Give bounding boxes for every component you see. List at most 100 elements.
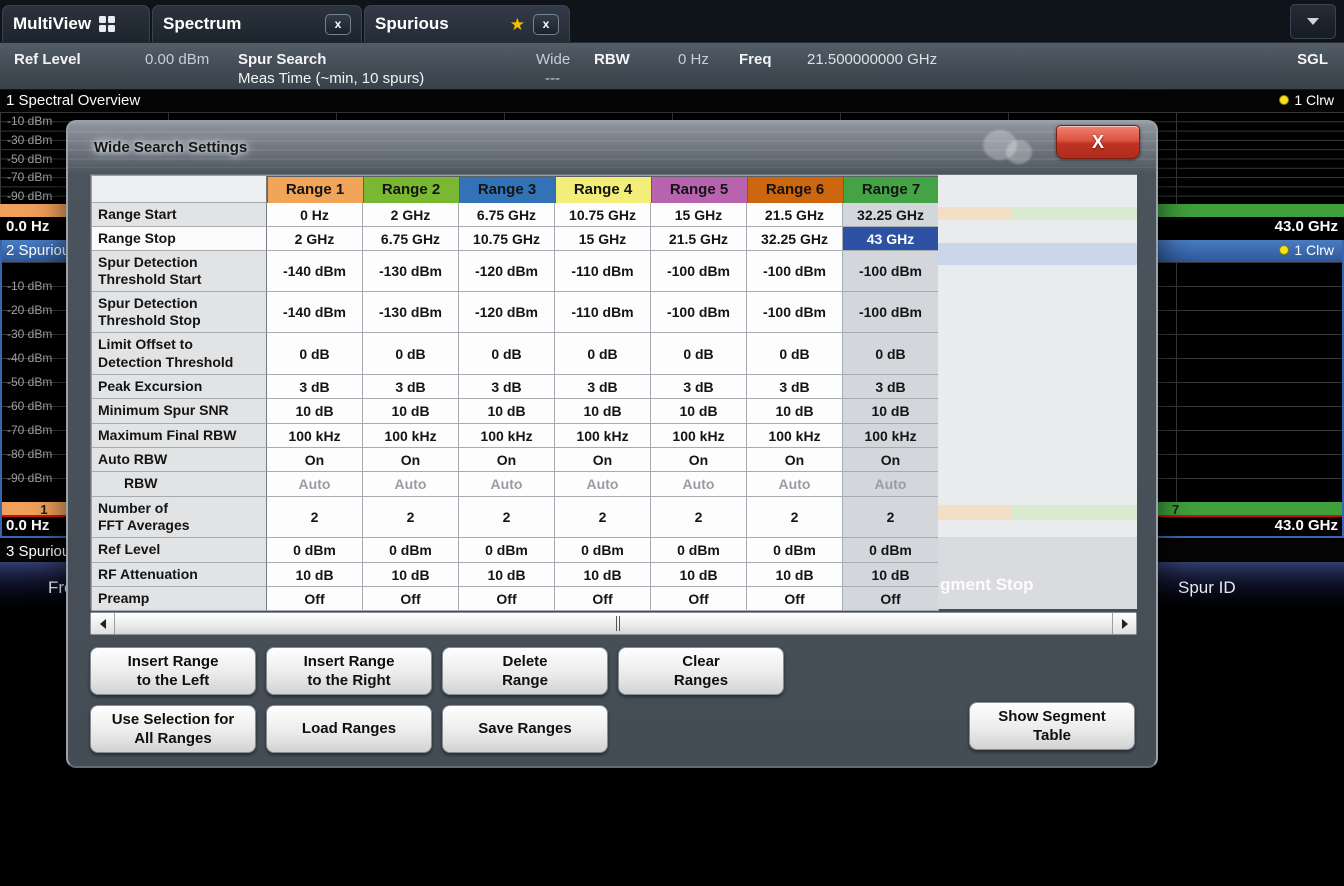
value-cell[interactable]: 0 dBm: [651, 538, 747, 563]
value-cell[interactable]: On: [363, 448, 459, 472]
value-cell[interactable]: 10 dB: [267, 399, 363, 424]
value-cell[interactable]: Auto: [363, 472, 459, 497]
value-cell[interactable]: 10.75 GHz: [555, 203, 651, 227]
freq-value[interactable]: 21.500000000 GHz: [807, 51, 937, 68]
value-cell[interactable]: On: [843, 448, 939, 472]
value-cell[interactable]: 43 GHz: [843, 227, 939, 251]
value-cell[interactable]: 0 dB: [267, 333, 363, 375]
value-cell[interactable]: 0 Hz: [267, 203, 363, 227]
value-cell[interactable]: -120 dBm: [459, 292, 555, 333]
value-cell[interactable]: Off: [363, 587, 459, 611]
value-cell[interactable]: 10 dB: [267, 563, 363, 587]
value-cell[interactable]: 3 dB: [651, 375, 747, 399]
scroll-right-button[interactable]: [1112, 613, 1136, 634]
value-cell[interactable]: -140 dBm: [267, 292, 363, 333]
value-cell[interactable]: 2: [747, 497, 843, 538]
value-cell[interactable]: 15 GHz: [555, 227, 651, 251]
value-cell[interactable]: 15 GHz: [651, 203, 747, 227]
range-column-header[interactable]: Range 3: [459, 176, 556, 204]
value-cell[interactable]: 0 dBm: [843, 538, 939, 563]
tab-close-button[interactable]: x: [533, 14, 559, 35]
value-cell[interactable]: -100 dBm: [651, 292, 747, 333]
value-cell[interactable]: -130 dBm: [363, 251, 459, 292]
ref-level-value[interactable]: 0.00 dBm: [145, 51, 209, 68]
range-column-header[interactable]: Range 2: [363, 176, 460, 204]
value-cell[interactable]: Off: [747, 587, 843, 611]
value-cell[interactable]: 6.75 GHz: [459, 203, 555, 227]
value-cell[interactable]: 0 dBm: [555, 538, 651, 563]
value-cell[interactable]: Auto: [555, 472, 651, 497]
value-cell[interactable]: 0 dBm: [459, 538, 555, 563]
search-mode-value[interactable]: Wide: [536, 51, 570, 68]
value-cell[interactable]: -100 dBm: [843, 251, 939, 292]
value-cell[interactable]: -140 dBm: [267, 251, 363, 292]
value-cell[interactable]: 3 dB: [363, 375, 459, 399]
value-cell[interactable]: Auto: [267, 472, 363, 497]
value-cell[interactable]: 6.75 GHz: [363, 227, 459, 251]
value-cell[interactable]: -100 dBm: [843, 292, 939, 333]
insert-left-button[interactable]: Insert Range to the Left: [90, 647, 256, 695]
value-cell[interactable]: Off: [267, 587, 363, 611]
value-cell[interactable]: 2: [555, 497, 651, 538]
value-cell[interactable]: 2: [843, 497, 939, 538]
value-cell[interactable]: 2: [459, 497, 555, 538]
value-cell[interactable]: On: [459, 448, 555, 472]
value-cell[interactable]: 10 dB: [363, 399, 459, 424]
range-column-header[interactable]: Range 6: [747, 176, 844, 204]
value-cell[interactable]: 3 dB: [267, 375, 363, 399]
value-cell[interactable]: 100 kHz: [363, 424, 459, 448]
tab-multiview[interactable]: MultiView: [2, 5, 150, 42]
value-cell[interactable]: 10 dB: [651, 399, 747, 424]
value-cell[interactable]: Off: [651, 587, 747, 611]
value-cell[interactable]: 10.75 GHz: [459, 227, 555, 251]
value-cell[interactable]: 10 dB: [459, 399, 555, 424]
value-cell[interactable]: -100 dBm: [747, 251, 843, 292]
show-segment-table-button[interactable]: Show Segment Table: [969, 702, 1135, 750]
value-cell[interactable]: 10 dB: [843, 563, 939, 587]
range-column-header[interactable]: Range 1: [267, 176, 364, 204]
save-ranges-button[interactable]: Save Ranges: [442, 705, 608, 753]
value-cell[interactable]: 0 dBm: [267, 538, 363, 563]
delete-range-button[interactable]: Delete Range: [442, 647, 608, 695]
value-cell[interactable]: 21.5 GHz: [651, 227, 747, 251]
value-cell[interactable]: 0 dB: [363, 333, 459, 375]
value-cell[interactable]: 32.25 GHz: [843, 203, 939, 227]
range-column-header[interactable]: Range 4: [555, 176, 652, 204]
value-cell[interactable]: 100 kHz: [459, 424, 555, 448]
value-cell[interactable]: 0 dBm: [363, 538, 459, 563]
value-cell[interactable]: 0 dBm: [747, 538, 843, 563]
value-cell[interactable]: 10 dB: [651, 563, 747, 587]
value-cell[interactable]: 10 dB: [363, 563, 459, 587]
window1-trace-legend[interactable]: 1 Clrw: [1279, 92, 1334, 108]
value-cell[interactable]: 10 dB: [747, 563, 843, 587]
tab-spectrum[interactable]: Spectrumx: [152, 5, 362, 42]
rbw-value[interactable]: 0 Hz: [678, 51, 709, 68]
insert-right-button[interactable]: Insert Range to the Right: [266, 647, 432, 695]
value-cell[interactable]: 2 GHz: [267, 227, 363, 251]
value-cell[interactable]: Off: [459, 587, 555, 611]
value-cell[interactable]: 0 dB: [459, 333, 555, 375]
value-cell[interactable]: -100 dBm: [651, 251, 747, 292]
value-cell[interactable]: Off: [555, 587, 651, 611]
value-cell[interactable]: 2 GHz: [363, 203, 459, 227]
horizontal-scrollbar[interactable]: [90, 612, 1137, 635]
value-cell[interactable]: 100 kHz: [267, 424, 363, 448]
value-cell[interactable]: 0 dB: [843, 333, 939, 375]
use-selection-button[interactable]: Use Selection for All Ranges: [90, 705, 256, 753]
value-cell[interactable]: Auto: [843, 472, 939, 497]
value-cell[interactable]: -100 dBm: [747, 292, 843, 333]
value-cell[interactable]: 3 dB: [747, 375, 843, 399]
value-cell[interactable]: 21.5 GHz: [747, 203, 843, 227]
tab-overflow-button[interactable]: [1290, 4, 1336, 39]
value-cell[interactable]: Auto: [651, 472, 747, 497]
value-cell[interactable]: 100 kHz: [747, 424, 843, 448]
value-cell[interactable]: -110 dBm: [555, 292, 651, 333]
scroll-left-button[interactable]: [91, 613, 115, 634]
tab-close-button[interactable]: x: [325, 14, 351, 35]
load-ranges-button[interactable]: Load Ranges: [266, 705, 432, 753]
value-cell[interactable]: On: [555, 448, 651, 472]
value-cell[interactable]: 100 kHz: [555, 424, 651, 448]
value-cell[interactable]: 10 dB: [747, 399, 843, 424]
value-cell[interactable]: 3 dB: [555, 375, 651, 399]
value-cell[interactable]: On: [747, 448, 843, 472]
